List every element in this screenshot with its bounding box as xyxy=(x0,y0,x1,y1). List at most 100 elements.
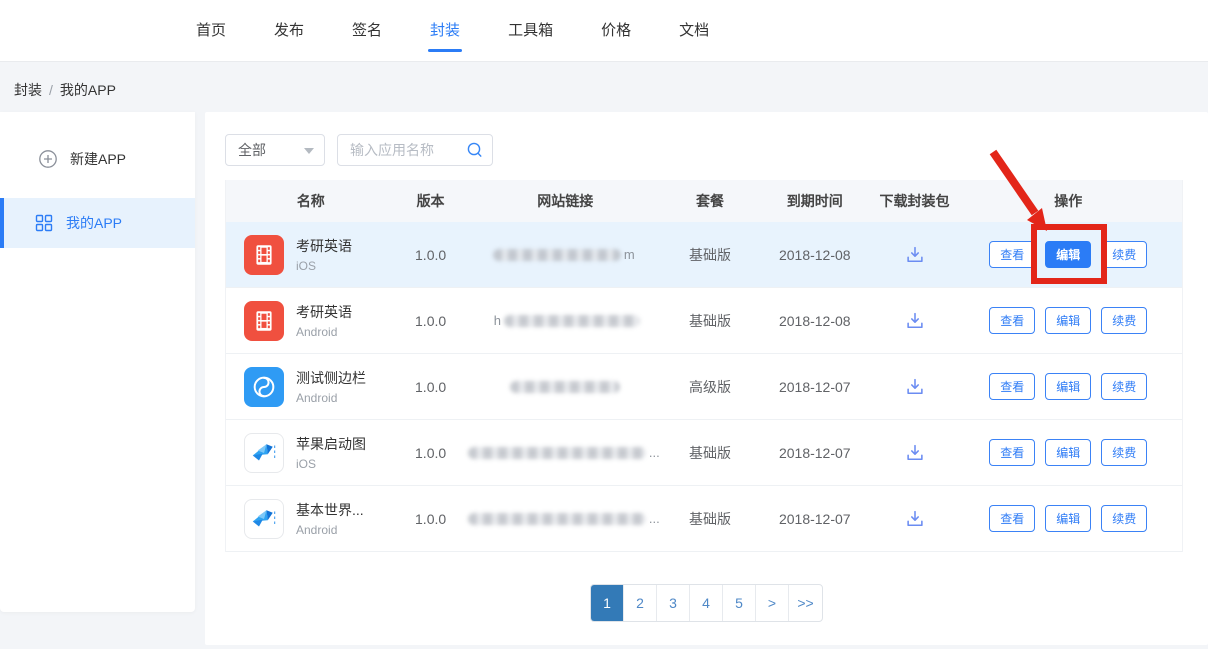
page-button-5[interactable]: 5 xyxy=(723,585,756,621)
last-page-button[interactable]: >> xyxy=(789,585,822,621)
search-box xyxy=(337,134,493,166)
url-visible-text: h xyxy=(494,313,501,328)
app-version: 1.0.0 xyxy=(396,313,466,329)
col-header-expiry: 到期时间 xyxy=(755,191,875,211)
nav-item-price[interactable]: 价格 xyxy=(601,0,631,62)
app-plan: 基础版 xyxy=(665,311,755,331)
film-icon xyxy=(244,301,284,341)
renew-button[interactable]: 续费 xyxy=(1101,241,1147,268)
blurred-url xyxy=(493,249,621,261)
nav-item-sign[interactable]: 签名 xyxy=(352,0,382,62)
edit-button[interactable]: 编辑 xyxy=(1045,373,1091,400)
pagination: 1 2 3 4 5 > >> xyxy=(205,584,1208,622)
sidebar-item-label: 新建APP xyxy=(70,149,126,169)
renew-button[interactable]: 续费 xyxy=(1101,307,1147,334)
view-button[interactable]: 查看 xyxy=(989,439,1035,466)
bird-icon xyxy=(244,499,284,539)
app-platform: Android xyxy=(296,391,366,405)
sidebar-item-my-apps[interactable]: 我的APP xyxy=(0,198,195,248)
app-expiry: 2018-12-07 xyxy=(755,379,875,395)
page-button-2[interactable]: 2 xyxy=(624,585,657,621)
filter-select-value: 全部 xyxy=(238,142,266,158)
app-expiry: 2018-12-08 xyxy=(755,313,875,329)
app-name: 测试侧边栏 xyxy=(296,368,366,388)
breadcrumb-current: 我的APP xyxy=(60,82,116,98)
edit-button[interactable]: 编辑 xyxy=(1045,241,1091,268)
app-name: 考研英语 xyxy=(296,302,352,322)
film-icon xyxy=(244,235,284,275)
nav-item-publish[interactable]: 发布 xyxy=(274,0,304,62)
page-button-1[interactable]: 1 xyxy=(591,585,624,621)
renew-button[interactable]: 续费 xyxy=(1101,373,1147,400)
app-plan: 基础版 xyxy=(665,509,755,529)
app-platform: Android xyxy=(296,325,352,339)
edit-button[interactable]: 编辑 xyxy=(1045,307,1091,334)
nav-item-home[interactable]: 首页 xyxy=(196,0,226,62)
view-button[interactable]: 查看 xyxy=(989,241,1035,268)
nav-item-toolbox[interactable]: 工具箱 xyxy=(508,0,553,62)
download-icon[interactable] xyxy=(904,310,926,332)
bird-icon xyxy=(244,433,284,473)
table-row: 苹果启动图 iOS 1.0.0 ... 基础版 2018-12-07 查看 编辑… xyxy=(226,420,1182,486)
edit-button[interactable]: 编辑 xyxy=(1045,439,1091,466)
app-platform: iOS xyxy=(296,259,352,273)
chevron-down-icon xyxy=(304,148,314,154)
sidebar-item-label: 我的APP xyxy=(66,213,122,233)
col-header-url: 网站链接 xyxy=(466,191,666,211)
download-icon[interactable] xyxy=(904,508,926,530)
nav-item-package-active[interactable]: 封装 xyxy=(430,0,460,62)
app-plan: 基础版 xyxy=(665,245,755,265)
view-button[interactable]: 查看 xyxy=(989,373,1035,400)
app-version: 1.0.0 xyxy=(396,379,466,395)
nav-items: 首页 发布 签名 封装 工具箱 价格 文档 xyxy=(0,0,1208,62)
app-version: 1.0.0 xyxy=(396,247,466,263)
blurred-url xyxy=(504,315,640,327)
app-name: 基本世界... xyxy=(296,500,364,520)
app-platform: Android xyxy=(296,523,364,537)
app-plan: 高级版 xyxy=(665,377,755,397)
toolbar: 全部 xyxy=(205,112,1208,180)
top-navbar: 首页 发布 签名 封装 工具箱 价格 文档 xyxy=(0,0,1208,62)
col-header-plan: 套餐 xyxy=(665,191,755,211)
renew-button[interactable]: 续费 xyxy=(1101,439,1147,466)
next-page-button[interactable]: > xyxy=(756,585,789,621)
download-icon[interactable] xyxy=(904,376,926,398)
breadcrumb-parent[interactable]: 封装 xyxy=(14,82,42,98)
app-expiry: 2018-12-07 xyxy=(755,511,875,527)
col-header-operations: 操作 xyxy=(954,191,1182,211)
sidebar-item-new-app[interactable]: 新建APP xyxy=(0,134,195,184)
url-visible-text: ... xyxy=(649,511,660,526)
url-visible-text: ... xyxy=(649,445,660,460)
app-expiry: 2018-12-08 xyxy=(755,247,875,263)
main-panel: 全部 名称 版本 网站链接 套餐 到期时间 下载封装包 操作 xyxy=(205,112,1208,645)
breadcrumb-separator: / xyxy=(49,82,53,98)
url-visible-text: m xyxy=(624,247,635,262)
table-header-row: 名称 版本 网站链接 套餐 到期时间 下载封装包 操作 xyxy=(226,180,1182,222)
col-header-download: 下载封装包 xyxy=(875,191,955,211)
table-row: 考研英语 iOS 1.0.0 m 基础版 2018-12-08 查看 编辑 续费 xyxy=(226,222,1182,288)
nav-item-docs[interactable]: 文档 xyxy=(679,0,709,62)
search-icon[interactable] xyxy=(466,141,484,164)
filter-select[interactable]: 全部 xyxy=(225,134,325,166)
page-button-4[interactable]: 4 xyxy=(690,585,723,621)
page-body: 封装 / 我的APP 新建APP 我的APP 全部 xyxy=(0,63,1208,649)
page-button-3[interactable]: 3 xyxy=(657,585,690,621)
view-button[interactable]: 查看 xyxy=(989,307,1035,334)
table-row: 考研英语 Android 1.0.0 h 基础版 2018-12-08 查看 编… xyxy=(226,288,1182,354)
table-row: 测试侧边栏 Android 1.0.0 高级版 2018-12-07 查看 编辑… xyxy=(226,354,1182,420)
download-icon[interactable] xyxy=(904,244,926,266)
blurred-url xyxy=(468,513,646,525)
app-name: 苹果启动图 xyxy=(296,434,366,454)
view-button[interactable]: 查看 xyxy=(989,505,1035,532)
s-circle-icon xyxy=(244,367,284,407)
table-row: 基本世界... Android 1.0.0 ... 基础版 2018-12-07… xyxy=(226,486,1182,552)
edit-button[interactable]: 编辑 xyxy=(1045,505,1091,532)
renew-button[interactable]: 续费 xyxy=(1101,505,1147,532)
download-icon[interactable] xyxy=(904,442,926,464)
sidebar: 新建APP 我的APP xyxy=(0,112,195,612)
apps-table: 名称 版本 网站链接 套餐 到期时间 下载封装包 操作 考研英语 iOS xyxy=(225,180,1183,552)
app-platform: iOS xyxy=(296,457,366,471)
app-version: 1.0.0 xyxy=(396,445,466,461)
app-plan: 基础版 xyxy=(665,443,755,463)
plus-circle-icon xyxy=(38,149,58,169)
